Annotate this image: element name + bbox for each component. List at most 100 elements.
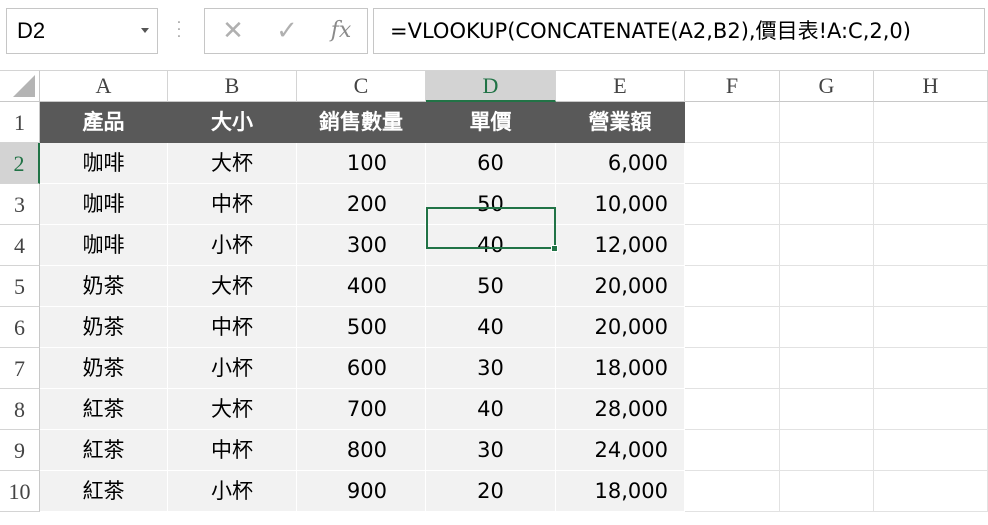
column-header-g[interactable]: G: [780, 70, 874, 102]
cancel-icon[interactable]: ✕: [213, 9, 253, 53]
cell-g3[interactable]: [780, 184, 874, 225]
cell-a7[interactable]: 奶茶: [40, 348, 168, 389]
column-header-e[interactable]: E: [556, 70, 685, 102]
cell-f4[interactable]: [685, 225, 780, 266]
row-header-10[interactable]: 10: [0, 471, 40, 512]
cell-d1[interactable]: 單價: [426, 102, 556, 143]
row-header-4[interactable]: 4: [0, 225, 40, 266]
row-header-7[interactable]: 7: [0, 348, 40, 389]
cell-b5[interactable]: 大杯: [168, 266, 297, 307]
insert-function-icon[interactable]: fx: [321, 9, 361, 53]
select-all-button[interactable]: [0, 70, 40, 102]
cell-h9[interactable]: [874, 430, 988, 471]
cell-c3[interactable]: 200: [297, 184, 426, 225]
cell-d6[interactable]: 40: [426, 307, 556, 348]
cell-d5[interactable]: 50: [426, 266, 556, 307]
cell-a5[interactable]: 奶茶: [40, 266, 168, 307]
name-box-dropdown-icon[interactable]: [141, 28, 149, 33]
cell-a1[interactable]: 產品: [40, 102, 168, 143]
cell-g8[interactable]: [780, 389, 874, 430]
column-header-h[interactable]: H: [874, 70, 988, 102]
cell-b6[interactable]: 中杯: [168, 307, 297, 348]
cell-b8[interactable]: 大杯: [168, 389, 297, 430]
cell-h10[interactable]: [874, 471, 988, 512]
row-header-2[interactable]: 2: [0, 143, 40, 184]
cell-a6[interactable]: 奶茶: [40, 307, 168, 348]
cell-d8[interactable]: 40: [426, 389, 556, 430]
cell-c6[interactable]: 500: [297, 307, 426, 348]
row-header-8[interactable]: 8: [0, 389, 40, 430]
cell-c10[interactable]: 900: [297, 471, 426, 512]
cell-c2[interactable]: 100: [297, 143, 426, 184]
cell-b10[interactable]: 小杯: [168, 471, 297, 512]
cell-b7[interactable]: 小杯: [168, 348, 297, 389]
cell-h5[interactable]: [874, 266, 988, 307]
column-header-b[interactable]: B: [168, 70, 297, 102]
cell-c7[interactable]: 600: [297, 348, 426, 389]
name-box[interactable]: D2: [6, 8, 158, 54]
cell-e8[interactable]: 28,000: [556, 389, 685, 430]
cell-f2[interactable]: [685, 143, 780, 184]
cell-h1[interactable]: [874, 102, 988, 143]
cell-e9[interactable]: 24,000: [556, 430, 685, 471]
cell-f9[interactable]: [685, 430, 780, 471]
cell-h8[interactable]: [874, 389, 988, 430]
cell-d7[interactable]: 30: [426, 348, 556, 389]
cell-b3[interactable]: 中杯: [168, 184, 297, 225]
cell-h6[interactable]: [874, 307, 988, 348]
cell-e2[interactable]: 6,000: [556, 143, 685, 184]
cell-g5[interactable]: [780, 266, 874, 307]
cell-h2[interactable]: [874, 143, 988, 184]
cell-a3[interactable]: 咖啡: [40, 184, 168, 225]
cell-g7[interactable]: [780, 348, 874, 389]
cell-f7[interactable]: [685, 348, 780, 389]
row-header-5[interactable]: 5: [0, 266, 40, 307]
cell-c1[interactable]: 銷售數量: [297, 102, 426, 143]
column-header-f[interactable]: F: [685, 70, 780, 102]
cell-h3[interactable]: [874, 184, 988, 225]
cell-a4[interactable]: 咖啡: [40, 225, 168, 266]
row-header-3[interactable]: 3: [0, 184, 40, 225]
cell-b4[interactable]: 小杯: [168, 225, 297, 266]
cell-d10[interactable]: 20: [426, 471, 556, 512]
row-header-1[interactable]: 1: [0, 102, 40, 143]
cell-c4[interactable]: 300: [297, 225, 426, 266]
cell-e5[interactable]: 20,000: [556, 266, 685, 307]
cell-b2[interactable]: 大杯: [168, 143, 297, 184]
cell-h7[interactable]: [874, 348, 988, 389]
cell-f10[interactable]: [685, 471, 780, 512]
cell-e7[interactable]: 18,000: [556, 348, 685, 389]
cell-g2[interactable]: [780, 143, 874, 184]
cell-g6[interactable]: [780, 307, 874, 348]
cell-a10[interactable]: 紅茶: [40, 471, 168, 512]
cell-a2[interactable]: 咖啡: [40, 143, 168, 184]
cell-g9[interactable]: [780, 430, 874, 471]
cell-b9[interactable]: 中杯: [168, 430, 297, 471]
column-header-d[interactable]: D: [426, 70, 556, 102]
cell-f5[interactable]: [685, 266, 780, 307]
column-header-a[interactable]: A: [40, 70, 168, 102]
cell-f6[interactable]: [685, 307, 780, 348]
cell-d4[interactable]: 40: [426, 225, 556, 266]
cell-f8[interactable]: [685, 389, 780, 430]
cell-c5[interactable]: 400: [297, 266, 426, 307]
cell-e6[interactable]: 20,000: [556, 307, 685, 348]
cell-g4[interactable]: [780, 225, 874, 266]
cell-a8[interactable]: 紅茶: [40, 389, 168, 430]
row-header-9[interactable]: 9: [0, 430, 40, 471]
cell-d9[interactable]: 30: [426, 430, 556, 471]
formula-input[interactable]: =VLOOKUP(CONCATENATE(A2,B2),價目表!A:C,2,0): [373, 8, 985, 54]
cell-f1[interactable]: [685, 102, 780, 143]
formula-bar-resize-handle-icon[interactable]: · · ·: [175, 16, 183, 44]
confirm-icon[interactable]: ✓: [267, 9, 307, 53]
cell-e1[interactable]: 營業額: [556, 102, 685, 143]
cell-e4[interactable]: 12,000: [556, 225, 685, 266]
cell-g1[interactable]: [780, 102, 874, 143]
row-header-6[interactable]: 6: [0, 307, 40, 348]
cell-a9[interactable]: 紅茶: [40, 430, 168, 471]
column-header-c[interactable]: C: [297, 70, 426, 102]
cell-d2[interactable]: 60: [426, 143, 556, 184]
fill-handle[interactable]: [551, 245, 558, 252]
cell-h4[interactable]: [874, 225, 988, 266]
cell-c9[interactable]: 800: [297, 430, 426, 471]
